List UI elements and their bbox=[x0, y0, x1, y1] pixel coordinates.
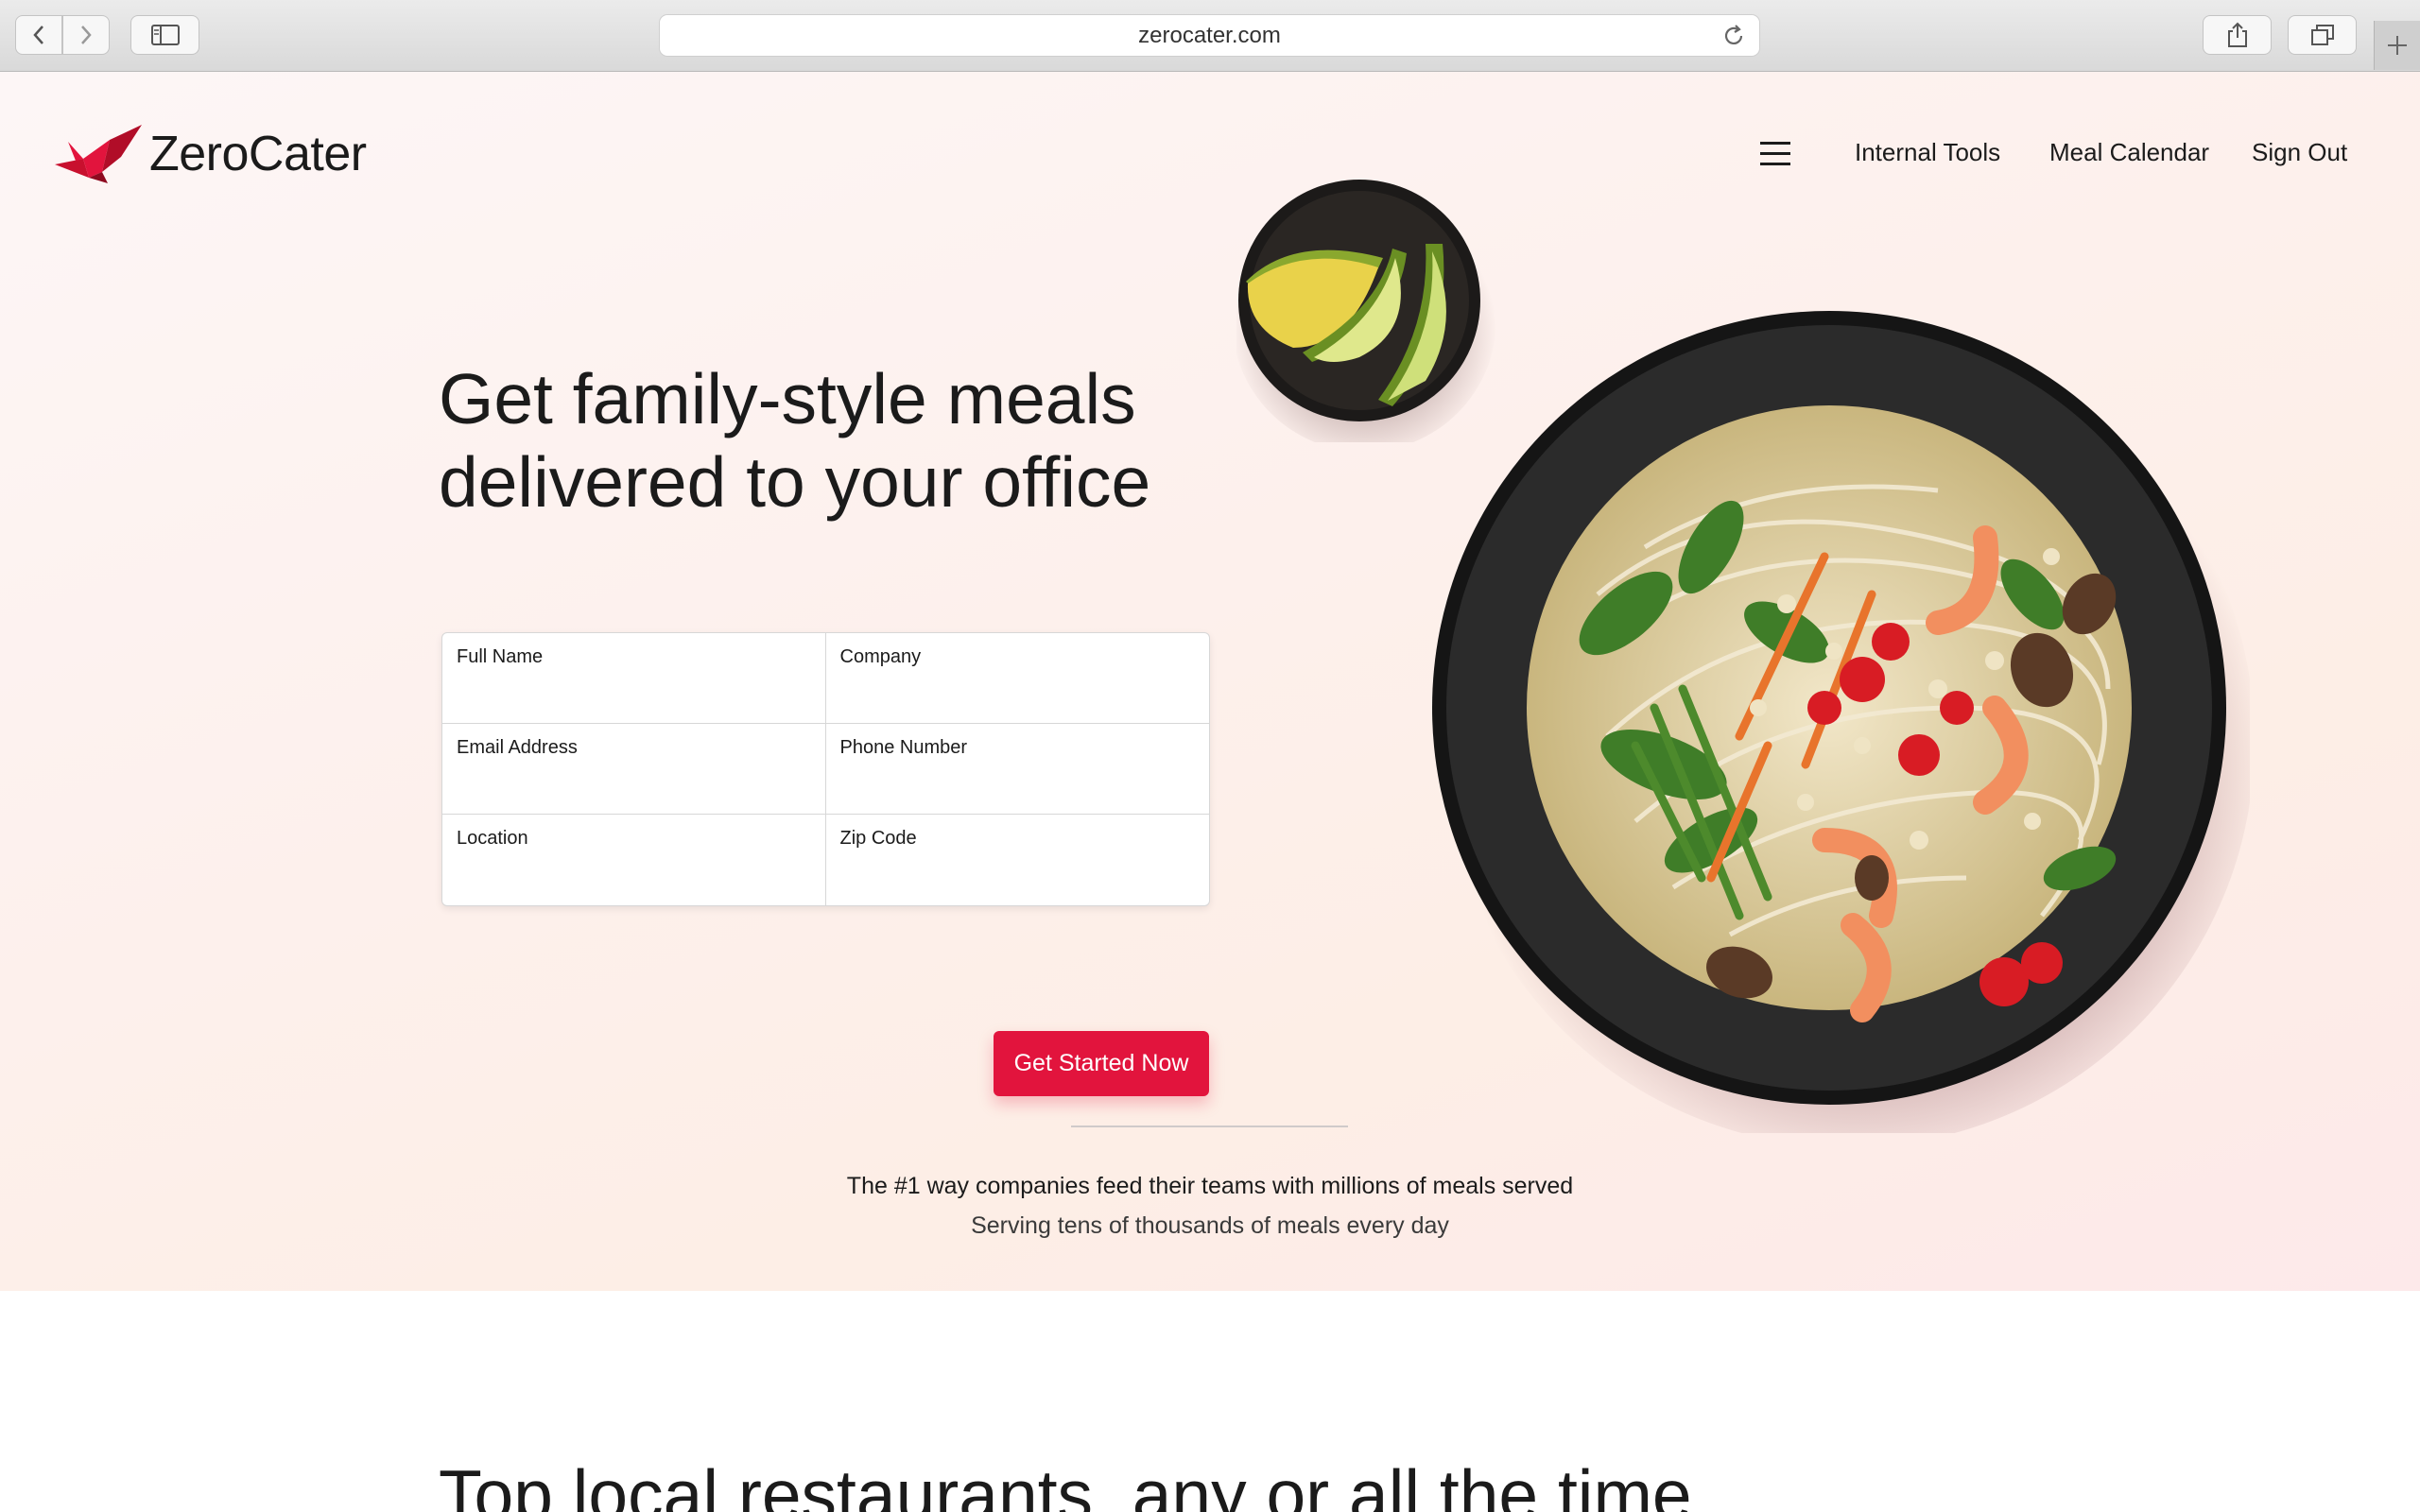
sidebar-icon bbox=[150, 25, 180, 45]
share-icon bbox=[2227, 22, 2247, 47]
nav-meal-calendar[interactable]: Meal Calendar bbox=[2049, 138, 2209, 167]
reload-icon[interactable] bbox=[1721, 24, 1746, 48]
company-input[interactable] bbox=[839, 681, 1198, 715]
url-text: zerocater.com bbox=[1138, 22, 1281, 48]
divider bbox=[1071, 1125, 1348, 1127]
zerocater-logo[interactable]: ZeroCater bbox=[55, 121, 367, 187]
zip-input[interactable] bbox=[839, 864, 1198, 898]
location-label: Location bbox=[457, 828, 528, 849]
browser-toolbar: zerocater.com bbox=[0, 0, 2420, 72]
location-input[interactable] bbox=[457, 864, 814, 898]
email-label: Email Address bbox=[457, 737, 578, 758]
tabs-icon bbox=[2310, 25, 2334, 45]
phone-field[interactable]: Phone Number bbox=[825, 724, 1209, 815]
zip-field[interactable]: Zip Code bbox=[826, 815, 1210, 905]
subtagline: Serving tens of thousands of meals every… bbox=[971, 1212, 1449, 1239]
noodle-bowl-image bbox=[1432, 311, 2250, 1133]
company-label: Company bbox=[839, 646, 922, 667]
address-bar[interactable]: zerocater.com bbox=[659, 14, 1760, 57]
zip-label: Zip Code bbox=[839, 828, 917, 849]
phone-input[interactable] bbox=[839, 772, 1198, 806]
get-started-button[interactable]: Get Started Now bbox=[994, 1031, 1209, 1096]
location-field[interactable]: Location bbox=[442, 815, 826, 905]
logo-text: ZeroCater bbox=[149, 127, 367, 181]
hamburger-icon[interactable] bbox=[1760, 140, 1790, 168]
company-field[interactable]: Company bbox=[825, 633, 1209, 724]
tabs-button[interactable] bbox=[2288, 15, 2357, 55]
headline-line-2: delivered to your office bbox=[439, 442, 1151, 522]
signup-form: Full Name Company Email Address Phone Nu… bbox=[441, 632, 1210, 906]
tagline: The #1 way companies feed their teams wi… bbox=[846, 1173, 1574, 1199]
new-tab-button[interactable] bbox=[2374, 21, 2420, 70]
nav-sign-out[interactable]: Sign Out bbox=[2252, 138, 2347, 167]
phone-label: Phone Number bbox=[839, 737, 968, 758]
crane-logo-icon bbox=[55, 125, 142, 183]
nav-internal-tools[interactable]: Internal Tools bbox=[1855, 138, 2000, 167]
section-heading: Top local restaurants, any or all the ti… bbox=[439, 1455, 1692, 1512]
back-button[interactable] bbox=[15, 15, 62, 55]
new-tab-icon bbox=[2388, 36, 2407, 55]
hero-headline: Get family-style meals delivered to your… bbox=[439, 357, 1289, 524]
share-button[interactable] bbox=[2203, 15, 2272, 55]
forward-icon bbox=[81, 26, 92, 44]
hero-section: ZeroCater Internal Tools Meal Calendar S… bbox=[0, 72, 2420, 1291]
email-field[interactable]: Email Address bbox=[442, 724, 826, 815]
full-name-input[interactable] bbox=[457, 681, 814, 715]
forward-button[interactable] bbox=[62, 15, 110, 55]
full-name-label: Full Name bbox=[457, 646, 544, 667]
back-icon bbox=[33, 26, 43, 44]
restaurants-section: Top local restaurants, any or all the ti… bbox=[0, 1291, 2420, 1512]
sidebar-button[interactable] bbox=[130, 15, 199, 55]
full-name-field[interactable]: Full Name bbox=[442, 633, 826, 724]
headline-line-1: Get family-style meals bbox=[439, 359, 1136, 438]
email-input[interactable] bbox=[457, 772, 814, 806]
